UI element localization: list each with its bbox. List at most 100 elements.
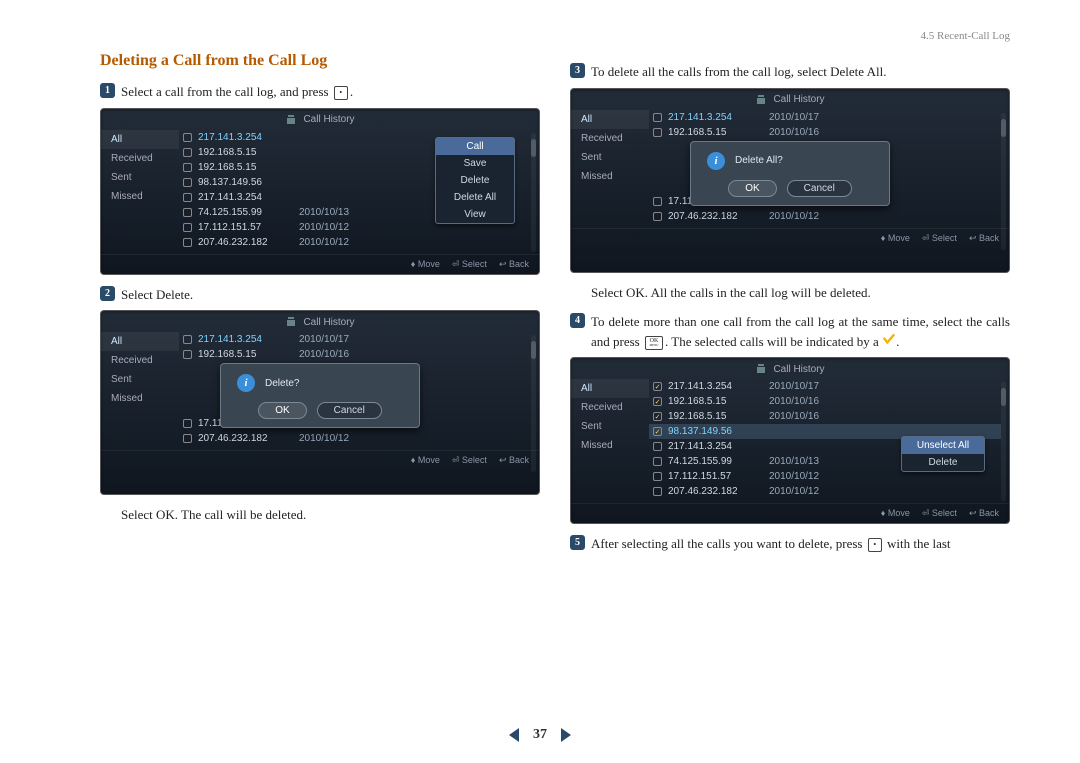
filter-tab-received[interactable]: Received — [101, 351, 179, 370]
filter-tab-missed[interactable]: Missed — [101, 389, 179, 408]
ok-button[interactable]: OK — [258, 402, 306, 419]
call-log-row[interactable]: 217.141.3.2542010/10/17 — [649, 110, 1001, 125]
call-date: 2010/10/16 — [769, 396, 819, 407]
filter-tab-all[interactable]: All — [101, 130, 179, 149]
filter-tab-received[interactable]: Received — [101, 149, 179, 168]
call-date: 2010/10/16 — [769, 411, 819, 422]
call-ip: 192.168.5.15 — [198, 162, 293, 173]
call-date: 2010/10/17 — [769, 112, 819, 123]
call-log-row[interactable]: 207.46.232.1822010/10/12 — [179, 235, 531, 250]
checkbox[interactable]: ✓ — [653, 397, 662, 406]
cancel-button[interactable]: Cancel — [317, 402, 382, 419]
checkbox[interactable] — [183, 208, 192, 217]
menu-item-delete-all[interactable]: Delete All — [436, 189, 514, 206]
checkbox[interactable] — [653, 197, 662, 206]
menu-item-delete[interactable]: Delete — [436, 172, 514, 189]
menu-item-save[interactable]: Save — [436, 155, 514, 172]
filter-tab-sent[interactable]: Sent — [101, 370, 179, 389]
page-number: 37 — [533, 727, 547, 743]
checkbox[interactable] — [653, 442, 662, 451]
call-log-row[interactable]: 192.168.5.152010/10/16 — [649, 125, 1001, 140]
call-log-row[interactable]: 217.141.3.2542010/10/17 — [179, 332, 531, 347]
call-ip: 192.168.5.15 — [198, 147, 293, 158]
call-date: 2010/10/17 — [299, 334, 349, 345]
call-ip: 217.141.3.254 — [198, 192, 293, 203]
checkbox[interactable] — [653, 113, 662, 122]
filter-tab-all[interactable]: All — [571, 379, 649, 398]
menu-item-call[interactable]: Call — [436, 138, 514, 155]
filter-tab-missed[interactable]: Missed — [101, 187, 179, 206]
call-log-row[interactable]: ✓217.141.3.2542010/10/17 — [649, 379, 1001, 394]
call-ip: 207.46.232.182 — [198, 237, 293, 248]
filter-tab-missed[interactable]: Missed — [571, 436, 649, 455]
call-log-row[interactable]: ✓192.168.5.152010/10/16 — [649, 409, 1001, 424]
checkbox[interactable]: ✓ — [653, 412, 662, 421]
call-log-row[interactable]: 207.46.232.1822010/10/12 — [179, 431, 531, 446]
checkbox[interactable]: ✓ — [653, 427, 662, 436]
step-3-text: To delete all the calls from the call lo… — [591, 62, 1010, 82]
cancel-button[interactable]: Cancel — [787, 180, 852, 197]
checkbox[interactable] — [183, 223, 192, 232]
ok-button[interactable]: OK — [728, 180, 776, 197]
step-3: 3 To delete all the calls from the call … — [570, 62, 1010, 82]
step-badge-1: 1 — [100, 83, 115, 98]
call-log-row[interactable]: 207.46.232.1822010/10/12 — [649, 484, 1001, 499]
checkbox[interactable] — [183, 163, 192, 172]
filter-tab-missed[interactable]: Missed — [571, 167, 649, 186]
menu-item-unselect-all[interactable]: Unselect All — [902, 437, 984, 454]
filter-tab-sent[interactable]: Sent — [571, 148, 649, 167]
dialog-text: Delete All? — [735, 155, 783, 166]
step-2-follow: Select OK. The call will be deleted. — [121, 505, 540, 525]
checkbox[interactable] — [183, 350, 192, 359]
screenshot-3: Call History AllReceivedSentMissed 217.1… — [570, 88, 1010, 273]
checkbox[interactable] — [183, 133, 192, 142]
filter-tab-sent[interactable]: Sent — [571, 417, 649, 436]
checkbox[interactable] — [183, 178, 192, 187]
screenshot-4: Call History AllReceivedSentMissed ✓217.… — [570, 357, 1010, 524]
call-log-row[interactable]: 192.168.5.152010/10/16 — [179, 347, 531, 362]
filter-tab-all[interactable]: All — [101, 332, 179, 351]
shot1-title: Call History — [303, 114, 354, 125]
step-badge-3: 3 — [570, 63, 585, 78]
menu-item-delete[interactable]: Delete — [902, 454, 984, 471]
step-5: 5 After selecting all the calls you want… — [570, 534, 1010, 554]
checkbox[interactable] — [183, 419, 192, 428]
page-navigation: 37 — [0, 727, 1080, 743]
menu-item-view[interactable]: View — [436, 206, 514, 223]
footer-back: ↩ Back — [499, 259, 529, 270]
filter-tab-received[interactable]: Received — [571, 398, 649, 417]
checkbox[interactable] — [183, 238, 192, 247]
ok-menu-key-icon — [645, 336, 663, 350]
next-page-icon[interactable] — [561, 728, 571, 742]
checkbox[interactable] — [653, 457, 662, 466]
call-date: 2010/10/13 — [299, 207, 349, 218]
prev-page-icon[interactable] — [509, 728, 519, 742]
filter-tab-received[interactable]: Received — [571, 129, 649, 148]
checkbox[interactable] — [183, 148, 192, 157]
call-log-row[interactable]: 207.46.232.1822010/10/12 — [649, 209, 1001, 224]
step-4-text-c: . — [896, 334, 899, 349]
call-ip: 207.46.232.182 — [198, 433, 293, 444]
filter-tab-sent[interactable]: Sent — [101, 168, 179, 187]
header-breadcrumb: 4.5 Recent-Call Log — [100, 30, 1010, 42]
checkbox[interactable]: ✓ — [653, 382, 662, 391]
checkbox[interactable] — [183, 193, 192, 202]
step-badge-2: 2 — [100, 286, 115, 301]
checkbox[interactable] — [183, 434, 192, 443]
checkbox[interactable] — [653, 128, 662, 137]
checkbox[interactable] — [183, 335, 192, 344]
call-ip: 192.168.5.15 — [668, 127, 763, 138]
call-ip: 207.46.232.182 — [668, 486, 763, 497]
filter-tab-all[interactable]: All — [571, 110, 649, 129]
call-date: 2010/10/16 — [299, 349, 349, 360]
screenshot-1: Call History AllReceivedSentMissed 217.1… — [100, 108, 540, 275]
call-log-row[interactable]: ✓192.168.5.152010/10/16 — [649, 394, 1001, 409]
checkbox[interactable] — [653, 212, 662, 221]
call-date: 2010/10/12 — [769, 211, 819, 222]
call-date: 2010/10/13 — [769, 456, 819, 467]
footer-select: ⏎ Select — [452, 259, 487, 270]
delete-dialog: iDelete? OK Cancel — [220, 363, 420, 428]
checkbox[interactable] — [653, 487, 662, 496]
step-5-text-a: After selecting all the calls you want t… — [591, 536, 866, 551]
checkbox[interactable] — [653, 472, 662, 481]
